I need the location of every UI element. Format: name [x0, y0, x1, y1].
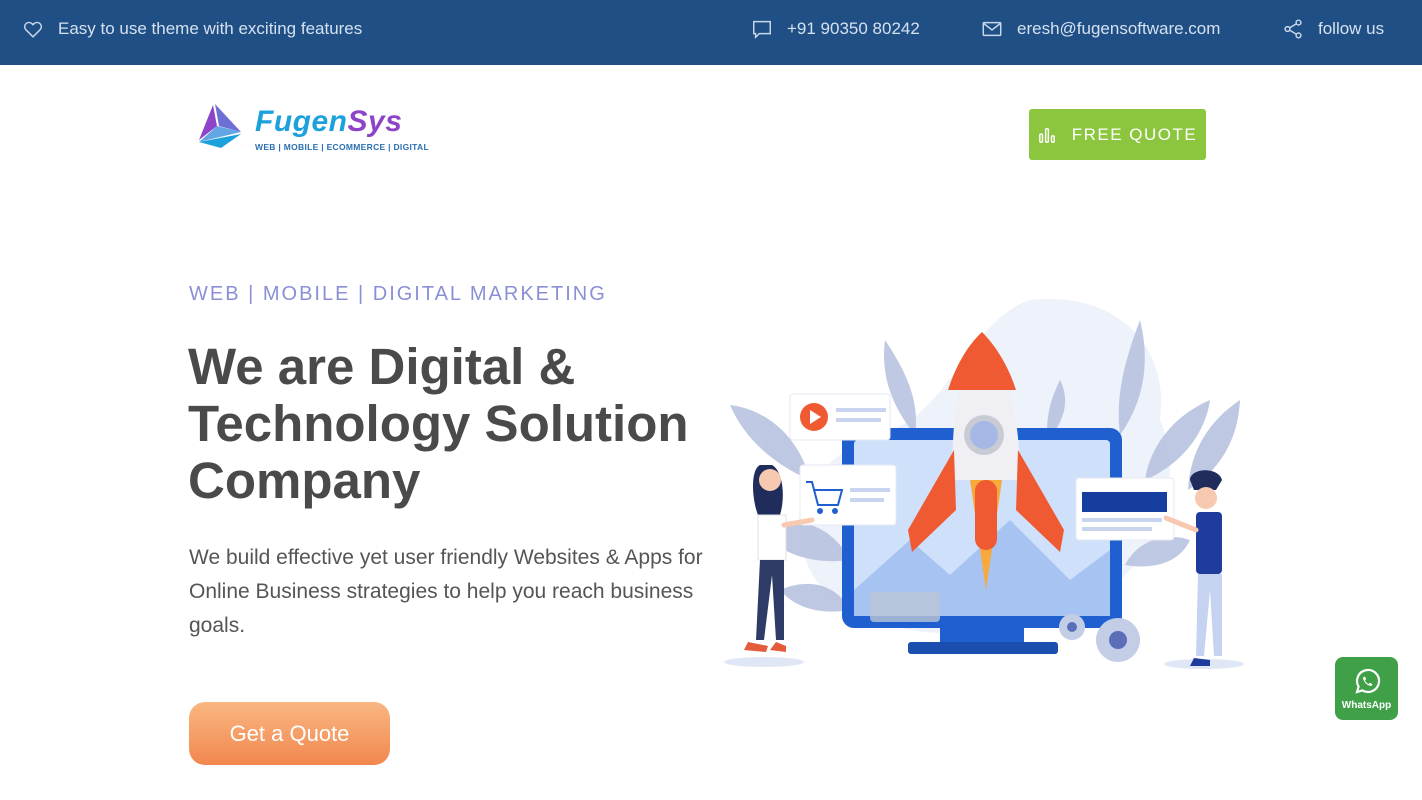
share-icon — [1284, 18, 1302, 39]
email-link[interactable]: eresh@fugensoftware.com — [981, 0, 1220, 57]
follow-us-link[interactable]: follow us — [1282, 0, 1384, 57]
logo-tagline: WEB | MOBILE | ECOMMERCE | DIGITAL — [255, 142, 429, 152]
envelope-icon — [982, 21, 1002, 36]
bar-chart-icon — [1038, 127, 1055, 143]
heart-icon — [23, 21, 43, 38]
tagline-text: Easy to use theme with exciting features — [58, 18, 363, 38]
email-address: eresh@fugensoftware.com — [1017, 18, 1221, 38]
free-quote-label: FREE QUOTE — [1071, 124, 1198, 144]
tagline: Easy to use theme with exciting features — [22, 0, 362, 57]
rocket-launch-illustration — [724, 298, 1244, 669]
hero-eyebrow: WEB | MOBILE | DIGITAL MARKETING — [189, 283, 607, 305]
site-logo[interactable]: FugenSys WEB | MOBILE | ECOMMERCE | DIGI… — [195, 100, 435, 160]
hero-headline: We are Digital & Technology Solution Com… — [188, 338, 689, 509]
free-quote-button[interactable]: FREE QUOTE — [1029, 109, 1206, 160]
follow-us-text: follow us — [1318, 18, 1385, 38]
whatsapp-icon — [1354, 668, 1380, 694]
top-bar: Easy to use theme with exciting features… — [0, 0, 1422, 65]
get-a-quote-button[interactable]: Get a Quote — [189, 702, 390, 765]
phone-number: +91 90350 80242 — [787, 18, 920, 38]
chat-bubble-icon — [753, 20, 771, 39]
phone-link[interactable]: +91 90350 80242 — [751, 0, 920, 57]
whatsapp-button[interactable]: WhatsApp — [1335, 657, 1398, 720]
whatsapp-label: WhatsApp — [1341, 700, 1392, 711]
logo-mark-icon — [199, 104, 241, 148]
logo-name: FugenSys — [255, 105, 403, 138]
hero-subtext: We build effective yet user friendly Web… — [189, 546, 703, 637]
get-a-quote-label: Get a Quote — [229, 720, 350, 746]
